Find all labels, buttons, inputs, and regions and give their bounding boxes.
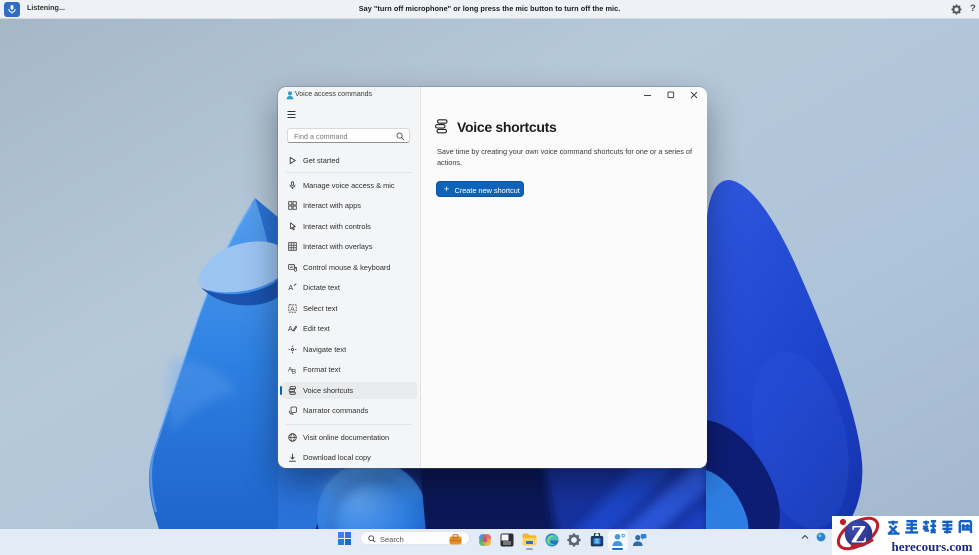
- svg-text:A: A: [288, 283, 293, 292]
- svg-text:B: B: [292, 368, 296, 374]
- svg-text:A: A: [288, 326, 293, 333]
- svg-text:A: A: [290, 306, 295, 313]
